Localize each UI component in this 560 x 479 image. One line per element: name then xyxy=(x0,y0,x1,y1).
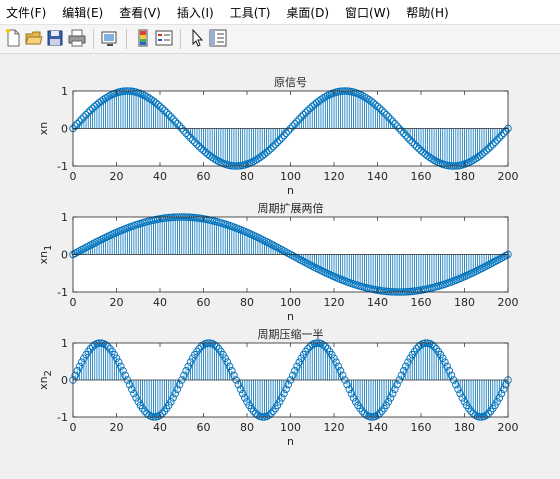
y-tick-label: 1 xyxy=(61,337,68,350)
toolbar-separator xyxy=(93,29,94,49)
y-tick-label: 0 xyxy=(61,249,68,262)
y-tick-label: -1 xyxy=(57,411,68,424)
insert-colorbar-icon[interactable] xyxy=(134,29,152,47)
x-tick-label: 120 xyxy=(324,170,345,183)
x-tick-label: 200 xyxy=(498,170,519,183)
pointer-icon[interactable] xyxy=(188,29,206,47)
x-tick-label: 200 xyxy=(498,421,519,434)
axes-1: 0 20 40 60 80 100 120 140 160 180 200-101原信号nxn xyxy=(37,76,519,197)
x-tick-label: 180 xyxy=(454,296,475,309)
menu-desktop[interactable]: 桌面(D) xyxy=(278,4,337,21)
x-tick-label: 160 xyxy=(411,170,432,183)
menu-window[interactable]: 窗口(W) xyxy=(337,4,398,21)
x-tick-label: 60 xyxy=(197,421,211,434)
x-tick-label: 60 xyxy=(197,296,211,309)
x-tick-label: 80 xyxy=(240,170,254,183)
x-tick-label: 40 xyxy=(153,421,167,434)
toolbar xyxy=(0,25,560,54)
menu-tools[interactable]: 工具(T) xyxy=(222,4,279,21)
x-tick-label: 120 xyxy=(324,421,345,434)
axes-3: 0 20 40 60 80 100 120 140 160 180 200-101周期压缩一半nxn… xyxy=(37,327,519,448)
x-tick-label: 60 xyxy=(197,170,211,183)
axes-2: 0 20 40 60 80 100 120 140 160 180 200-101周期扩展两倍nxn… xyxy=(37,201,519,323)
property-inspector-icon[interactable] xyxy=(209,29,227,47)
x-tick-label: 100 xyxy=(280,170,301,183)
axes-title: 原信号 xyxy=(274,76,307,89)
y-tick-label: 0 xyxy=(61,123,68,136)
y-axis-label-subscript: 1 xyxy=(43,245,54,251)
x-axis-label: n xyxy=(287,310,294,323)
new-file-icon[interactable] xyxy=(4,29,22,47)
link-plot-icon[interactable] xyxy=(101,29,119,47)
x-axis-label: n xyxy=(287,184,294,197)
axes-title: 周期扩展两倍 xyxy=(258,201,324,215)
y-tick-label: -1 xyxy=(57,160,68,173)
figure-canvas: 0 20 40 60 80 100 120 140 160 180 200 -1 0 1 原信号 n xn 0 20… xyxy=(0,54,560,475)
axes-title: 周期压缩一半 xyxy=(258,327,324,341)
y-axis-label: xn xyxy=(37,122,50,136)
x-tick-label: 160 xyxy=(411,296,432,309)
x-tick-label: 180 xyxy=(454,421,475,434)
y-tick-label: -1 xyxy=(57,286,68,299)
x-tick-label: 160 xyxy=(411,421,432,434)
x-tick-label: 80 xyxy=(240,421,254,434)
x-tick-label: 140 xyxy=(367,296,388,309)
y-axis-label-subscript: 2 xyxy=(43,370,54,376)
y-tick-label: 1 xyxy=(61,211,68,224)
x-tick-label: 20 xyxy=(110,170,124,183)
menu-insert[interactable]: 插入(I) xyxy=(169,4,222,21)
save-icon[interactable] xyxy=(46,29,64,47)
x-tick-label: 140 xyxy=(367,170,388,183)
insert-legend-icon[interactable] xyxy=(155,29,173,47)
x-tick-label: 180 xyxy=(454,170,475,183)
x-axis-label: n xyxy=(287,435,294,448)
x-tick-label: 80 xyxy=(240,296,254,309)
menu-bar: 文件(F) 编辑(E) 查看(V) 插入(I) 工具(T) 桌面(D) 窗口(W… xyxy=(0,0,560,25)
toolbar-separator xyxy=(180,29,181,49)
x-tick-label: 100 xyxy=(280,421,301,434)
x-tick-label: 0 xyxy=(70,421,77,434)
x-tick-label: 0 xyxy=(70,296,77,309)
x-tick-label: 40 xyxy=(153,170,167,183)
figure-plots: 0 20 40 60 80 100 120 140 160 180 200-101原信号nxn0 20… xyxy=(37,76,519,448)
y-tick-label: 0 xyxy=(61,374,68,387)
x-tick-label: 140 xyxy=(367,421,388,434)
x-tick-label: 0 xyxy=(70,170,77,183)
menu-file[interactable]: 文件(F) xyxy=(0,4,54,21)
menu-help[interactable]: 帮助(H) xyxy=(398,4,456,21)
menu-edit[interactable]: 编辑(E) xyxy=(54,4,111,21)
menu-view[interactable]: 查看(V) xyxy=(111,4,169,21)
print-icon[interactable] xyxy=(68,29,86,47)
open-folder-icon[interactable] xyxy=(25,29,43,47)
y-axis-label: xn2 xyxy=(37,370,54,390)
y-tick-label: 1 xyxy=(61,85,68,98)
x-tick-label: 200 xyxy=(498,296,519,309)
x-tick-label: 20 xyxy=(110,421,124,434)
x-tick-label: 120 xyxy=(324,296,345,309)
x-tick-label: 20 xyxy=(110,296,124,309)
toolbar-separator xyxy=(126,29,127,49)
y-axis-label: xn1 xyxy=(37,245,54,265)
x-tick-label: 100 xyxy=(280,296,301,309)
x-tick-label: 40 xyxy=(153,296,167,309)
